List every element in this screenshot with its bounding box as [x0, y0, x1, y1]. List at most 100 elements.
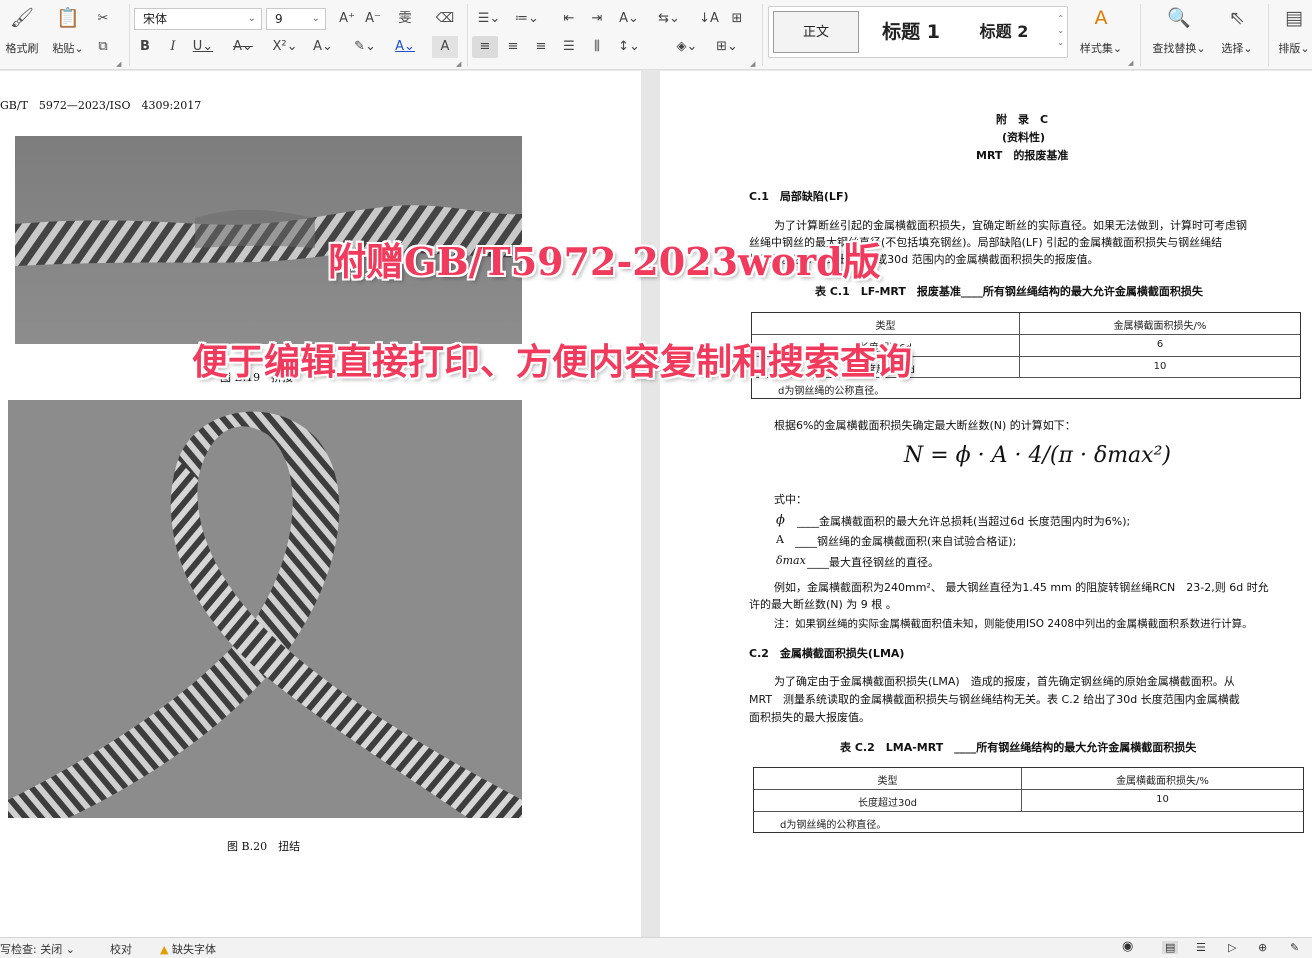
font-name-combo[interactable]: 宋体 ⌄ [134, 8, 262, 30]
separator [1268, 4, 1269, 66]
format-painter-button[interactable]: 🖌 格式刷 [2, 6, 42, 56]
page-right[interactable]: 附 录 C (资料性) MRT 的报废基准 C.1 局部缺陷(LF) 为了计算断… [660, 71, 1312, 937]
underline-icon[interactable]: U⌄ [190, 36, 216, 58]
grow-font-icon[interactable]: A⁺ [334, 8, 360, 30]
page-left[interactable]: GB/T 5972—2023/ISO 4309:2017 图 B.19 拼接 图… [0, 71, 641, 937]
separator [1140, 4, 1141, 66]
italic-icon[interactable]: I [160, 36, 186, 58]
table-c1-row2-value: 10 [1153, 361, 1167, 372]
section-c2-title: C.2 金属横截面积损失(LMA) [749, 647, 905, 660]
expand-corner-icon[interactable]: ◢ [456, 60, 461, 68]
chevron-down-icon: ⌄ [247, 13, 256, 24]
styles-gallery: 正文 标题 1 标题 2 ⌃ ⌄ ⌄ [768, 6, 1068, 58]
brush-icon: 🖌 [9, 7, 35, 29]
copy-icon[interactable]: ⧉ [90, 36, 116, 58]
where-label: 式中： [774, 493, 807, 506]
page-header: GB/T 5972—2023/ISO 4309:2017 [0, 99, 202, 112]
style-heading2[interactable]: 标题 2 [961, 11, 1047, 53]
sort-icon[interactable]: ⇆⌄ [656, 8, 682, 30]
increase-indent-icon[interactable]: ⇥ [584, 8, 610, 30]
section-c2-para: MRT 测量系统读取的金属横截面积损失与钢丝绳结构无关。表 C.2 给出了30d… [749, 693, 1240, 706]
bold-icon[interactable]: B [132, 36, 158, 58]
shading-icon[interactable]: ◈⌄ [674, 36, 700, 58]
table-c2: 类型 金属横截面积损失/% 长度超过30d 10 d为钢丝绳的公称直径。 [753, 767, 1304, 833]
char-shading-icon[interactable]: A [432, 36, 458, 58]
show-marks-icon[interactable]: ⊞ [724, 8, 750, 30]
var-delta-desc: ____最大直径钢丝的直径。 [807, 556, 939, 569]
missing-font-status[interactable]: ▲ 缺失字体 [160, 941, 216, 957]
text-effect-icon[interactable]: A⌄ [310, 36, 336, 58]
phonetic-guide-icon[interactable]: 雯 [392, 8, 418, 30]
justify-icon[interactable]: ☰ [556, 36, 582, 58]
formula-text: N = ϕ · A · 4/(π · δmax²) [904, 443, 1171, 468]
align-left-icon[interactable]: ≡ [472, 36, 498, 58]
table-c2-title: 表 C.2 LMA-MRT ____所有钢丝绳结构的最大允许金属横截面积损失 [840, 741, 1197, 754]
style-set-button[interactable]: A 样式集⌄ [1076, 6, 1126, 56]
style-normal[interactable]: 正文 [773, 11, 859, 53]
expand-corner-icon[interactable]: ◢ [750, 60, 755, 68]
table-c2-row1-value: 10 [1156, 794, 1169, 805]
appendix-title: 附 录 C [996, 113, 1049, 126]
table-c2-header-loss: 金属横截面积损失/% [1116, 776, 1209, 787]
style-heading1[interactable]: 标题 1 [865, 11, 957, 53]
table-c1-header-type: 类型 [875, 321, 896, 332]
gallery-scroll-icon[interactable]: ⌃ ⌄ ⌄ [1057, 13, 1064, 49]
calculation-intro: 根据6%的金属横截面积损失确定最大断丝数(N) 的计算如下： [774, 419, 1076, 432]
numbered-list-icon[interactable]: ≔⌄ [514, 8, 540, 30]
align-center-icon[interactable]: ≡ [500, 36, 526, 58]
expand-corner-icon[interactable]: ◢ [1128, 59, 1133, 67]
separator [762, 4, 763, 66]
paste-button[interactable]: 📋 粘贴⌄ [48, 6, 88, 56]
write-mode-icon[interactable]: ✎ [1290, 941, 1299, 954]
font-size-combo[interactable]: 9 ⌄ [266, 8, 326, 30]
var-phi-symbol: ϕ [776, 513, 785, 528]
table-c1-row1-value: 6 [1156, 339, 1164, 350]
search-icon: 🔍 [1167, 7, 1191, 29]
spellcheck-status[interactable]: 写检查: 关闭 ⌄ [0, 941, 75, 957]
find-replace-button[interactable]: 🔍 查找替换⌄ [1148, 6, 1210, 56]
highlight-icon[interactable]: ✎⌄ [352, 36, 378, 58]
bullet-list-icon[interactable]: ☰⌄ [476, 8, 502, 30]
clear-format-icon[interactable]: ⌫ [432, 8, 458, 30]
web-view-icon[interactable]: ⊕ [1258, 941, 1267, 954]
clipboard-group: 🖌 格式刷 📋 粘贴⌄ ✂ ⧉ ◢ [0, 0, 128, 70]
align-right-icon[interactable]: ≡ [528, 36, 554, 58]
example-text: 许的最大断丝数(N) 为 9 根 。 [749, 598, 897, 611]
text-direction-icon[interactable]: A⌄ [616, 8, 642, 30]
figure-caption: 图 B.20 扭结 [227, 840, 301, 853]
example-text: 例如，金属横截面积为240mm²、 最大钢丝直径为1.45 mm 的阻旋转钢丝绳… [774, 581, 1269, 594]
appendix-subject: MRT 的报废基准 [976, 149, 1069, 162]
distribute-icon[interactable]: ⫼ [584, 36, 610, 58]
page-view-icon[interactable]: ▤ [1162, 941, 1179, 954]
line-spacing-icon[interactable]: ↕⌄ [616, 36, 642, 58]
eye-protection-icon[interactable]: ◉ [1122, 939, 1133, 954]
style-set-icon: A [1094, 7, 1108, 29]
outline-view-icon[interactable]: ☰ [1196, 941, 1206, 954]
section-c1-title: C.1 局部缺陷(LF) [749, 190, 849, 203]
promo-overlay-line2: 便于编辑直接打印、方便内容复制和搜索查询 [192, 341, 913, 383]
promo-overlay-line1: 附赠GB/T5972-2023word版 [328, 239, 881, 284]
ribbon-toolbar: 🖌 格式刷 📋 粘贴⌄ ✂ ⧉ ◢ 宋体 ⌄ 9 ⌄ A⁺ A⁻ 雯 ⌫ B I U… [0, 0, 1312, 70]
section-c2-para: 面积损失的最大报废值。 [749, 711, 870, 724]
section-c2-para: 为了确定由于金属横截面积损失(LMA) 造成的报废，首先确定钢丝绳的原始金属横截… [774, 675, 1235, 688]
select-button[interactable]: ⇖ 选择⌄ [1216, 6, 1258, 56]
table-c2-row1-type: 长度超过30d [857, 798, 918, 809]
var-phi-desc: ____金属横截面积的最大允许总损耗(当超过6d 长度范围内时为6%); [797, 515, 1131, 528]
font-color-icon[interactable]: A⌄ [392, 36, 418, 58]
cut-icon[interactable]: ✂ [90, 8, 116, 30]
arrange-button[interactable]: ▤ 排版⌄ [1276, 6, 1312, 56]
shrink-font-icon[interactable]: A⁻ [360, 8, 386, 30]
paragraph-group: ☰⌄ ≔⌄ ⇤ ⇥ A⌄ ⇆⌄ ↓A ⊞ ≡ ≡ ≡ ☰ ⫼ ↕⌄ ◈⌄ ⊞⌄ … [468, 0, 760, 70]
strikethrough-icon[interactable]: A⌄ [230, 36, 256, 58]
decrease-indent-icon[interactable]: ⇤ [556, 8, 582, 30]
play-icon[interactable]: ▷ [1228, 941, 1236, 954]
sort-az-icon[interactable]: ↓A [696, 8, 722, 30]
borders-icon[interactable]: ⊞⌄ [714, 36, 740, 58]
document-workspace[interactable]: GB/T 5972—2023/ISO 4309:2017 图 B.19 拼接 图… [0, 71, 1312, 937]
expand-corner-icon[interactable]: ◢ [116, 60, 121, 68]
font-group: 宋体 ⌄ 9 ⌄ A⁺ A⁻ 雯 ⌫ B I U⌄ A⌄ X²⌄ A⌄ ✎⌄ A⌄ … [130, 0, 466, 70]
superscript-icon[interactable]: X²⌄ [272, 36, 298, 58]
clipboard-icon: 📋 [56, 7, 80, 29]
proofread-button[interactable]: 校对 [110, 941, 132, 957]
arrange-icon: ▤ [1285, 7, 1303, 29]
